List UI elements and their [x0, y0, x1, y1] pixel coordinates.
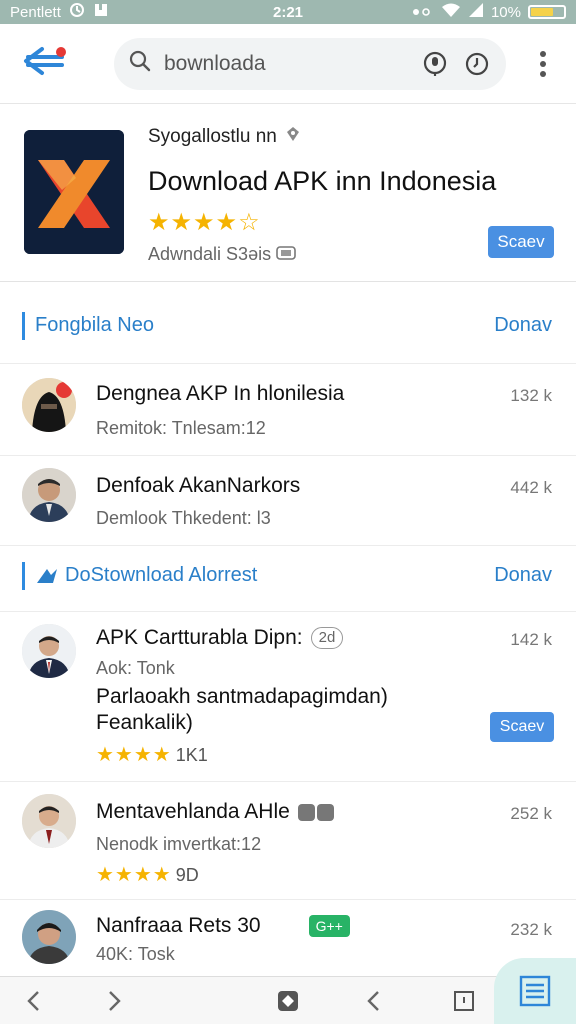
- install-button[interactable]: Scaev: [490, 712, 554, 742]
- system-back-button[interactable]: [356, 983, 392, 1019]
- avatar: [22, 468, 76, 522]
- section-title: Fongbila Neo: [35, 314, 154, 336]
- battery-percent: 10%: [490, 3, 521, 21]
- rating-stars: ★★★★☆: [148, 209, 261, 236]
- meta-label: Adwndali S3əis: [148, 244, 272, 264]
- age-chip: 2d: [310, 627, 344, 649]
- square-icon: [454, 991, 474, 1011]
- item-description: Parlaoakh santmadapagimdan) Feankalik): [96, 685, 388, 734]
- notification-icon: [93, 2, 109, 22]
- rating-stars: ★★★★ 1K1: [96, 742, 208, 767]
- chevron-right-icon: [109, 991, 121, 1011]
- recents-button[interactable]: [446, 983, 482, 1019]
- item-subtitle: Nenodk imvertkat:12: [96, 834, 262, 854]
- list-item[interactable]: Denfoak AkanNarkors Demlook Thkedent: l3…: [0, 456, 576, 546]
- section-title-wrap: DoStownload Alorrest: [35, 564, 257, 587]
- list-item[interactable]: Mentavehlanda AHle Nenodk imvertkat:12 ★…: [0, 782, 576, 900]
- history-button[interactable]: [462, 49, 492, 79]
- bottom-navigation: [0, 976, 576, 1024]
- home-diamond-icon: [278, 991, 298, 1011]
- sync-icon: [69, 2, 85, 22]
- app-bar: [0, 24, 576, 104]
- developer-label: Syogallostlu nn: [148, 126, 277, 147]
- search-input[interactable]: [164, 51, 404, 76]
- rating-count: 1K1: [175, 745, 208, 765]
- item-title: Mentavehlanda AHle: [96, 800, 290, 823]
- avatar: [22, 378, 76, 432]
- avatar: [22, 624, 76, 678]
- item-subtitle: Aok: Tonk: [96, 658, 175, 678]
- chevron-left-icon: [27, 991, 39, 1011]
- rating-count: 9D: [175, 865, 199, 885]
- section-accent-bar: [22, 311, 25, 340]
- download-count: 132 k: [510, 386, 552, 405]
- download-count: 142 k: [510, 630, 552, 649]
- developer-name[interactable]: Syogallostlu nn: [148, 126, 301, 148]
- download-count: 252 k: [510, 804, 552, 823]
- see-more-button[interactable]: Donav: [494, 314, 552, 337]
- app-meta: Adwndali S3əis: [148, 244, 296, 265]
- back-arrow-icon: [22, 43, 70, 84]
- signal-icon: [468, 2, 484, 22]
- section-header-popular: Fongbila Neo Donav: [0, 288, 576, 364]
- avatar: [22, 794, 76, 848]
- item-title-wrap: Nanfraaa Rets 30 G++: [96, 914, 350, 938]
- download-arrow-icon: [37, 568, 57, 583]
- list-view-button[interactable]: [494, 958, 576, 1024]
- search-icon: [128, 49, 152, 78]
- item-subtitle: 40K: Tosk: [96, 944, 175, 964]
- kebab-menu-icon: [540, 50, 546, 77]
- install-button[interactable]: Scaev: [488, 226, 554, 258]
- list-item[interactable]: Nanfraaa Rets 30 G++ 40K: Tosk 232 k: [0, 900, 576, 976]
- stars-glyphs: ★★★★: [96, 864, 172, 886]
- list-item[interactable]: Dengnea AKP In hlonilesia Remitok: Tnles…: [0, 364, 576, 456]
- item-title-wrap: APK Cartturabla Dipn: 2d: [96, 626, 344, 650]
- battery-icon: [528, 5, 566, 19]
- item-title: Nanfraaa Rets 30: [96, 914, 261, 937]
- nav-home-button[interactable]: [270, 983, 306, 1019]
- item-title: Denfoak AkanNarkors: [96, 474, 301, 497]
- back-button[interactable]: [14, 32, 78, 96]
- wifi-icon: [441, 2, 461, 22]
- app-logo: [24, 130, 124, 254]
- list-icon: [519, 975, 551, 1007]
- verified-icon: [285, 126, 301, 148]
- search-bar[interactable]: [114, 37, 506, 90]
- nav-forward-button[interactable]: [96, 983, 132, 1019]
- rating-stars: ★★★★ 9D: [96, 862, 199, 887]
- status-bar: Pentlett 2:21 10%: [0, 0, 576, 24]
- section-header-latest: DoStownload Alorrest Donav: [0, 540, 576, 612]
- item-subtitle: Remitok: Tnlesam:12: [96, 418, 266, 438]
- app-title: Download APK inn Indonesia: [148, 166, 497, 196]
- update-badge: G++: [308, 915, 350, 937]
- back-chevron-icon: [367, 991, 379, 1011]
- list-item[interactable]: APK Cartturabla Dipn: 2d Aok: Tonk Parla…: [0, 612, 576, 782]
- more-menu-button[interactable]: [528, 44, 558, 84]
- voice-search-button[interactable]: [420, 49, 450, 79]
- featured-app-card[interactable]: Syogallostlu nn Download APK inn Indones…: [0, 104, 576, 282]
- info-badge-icon: [276, 244, 296, 264]
- carrier-label: Pentlett: [10, 3, 61, 21]
- item-title: APK Cartturabla Dipn:: [96, 626, 303, 649]
- nav-back-button[interactable]: [16, 983, 52, 1019]
- avatar: [22, 910, 76, 964]
- item-title-wrap: Mentavehlanda AHle: [96, 800, 334, 824]
- stars-glyphs: ★★★★: [96, 744, 172, 766]
- download-count: 442 k: [510, 478, 552, 497]
- section-accent-bar: [22, 561, 25, 590]
- see-more-button[interactable]: Donav: [494, 564, 552, 587]
- clock-icon: [465, 52, 489, 75]
- badge-icon: [297, 803, 334, 821]
- section-title: DoStownload Alorrest: [65, 564, 258, 586]
- mic-icon: [423, 51, 447, 76]
- download-count: 232 k: [510, 920, 552, 939]
- dots-icon: [412, 4, 434, 21]
- item-title: Dengnea AKP In hlonilesia: [96, 382, 345, 405]
- item-subtitle: Demlook Thkedent: l3: [96, 508, 271, 528]
